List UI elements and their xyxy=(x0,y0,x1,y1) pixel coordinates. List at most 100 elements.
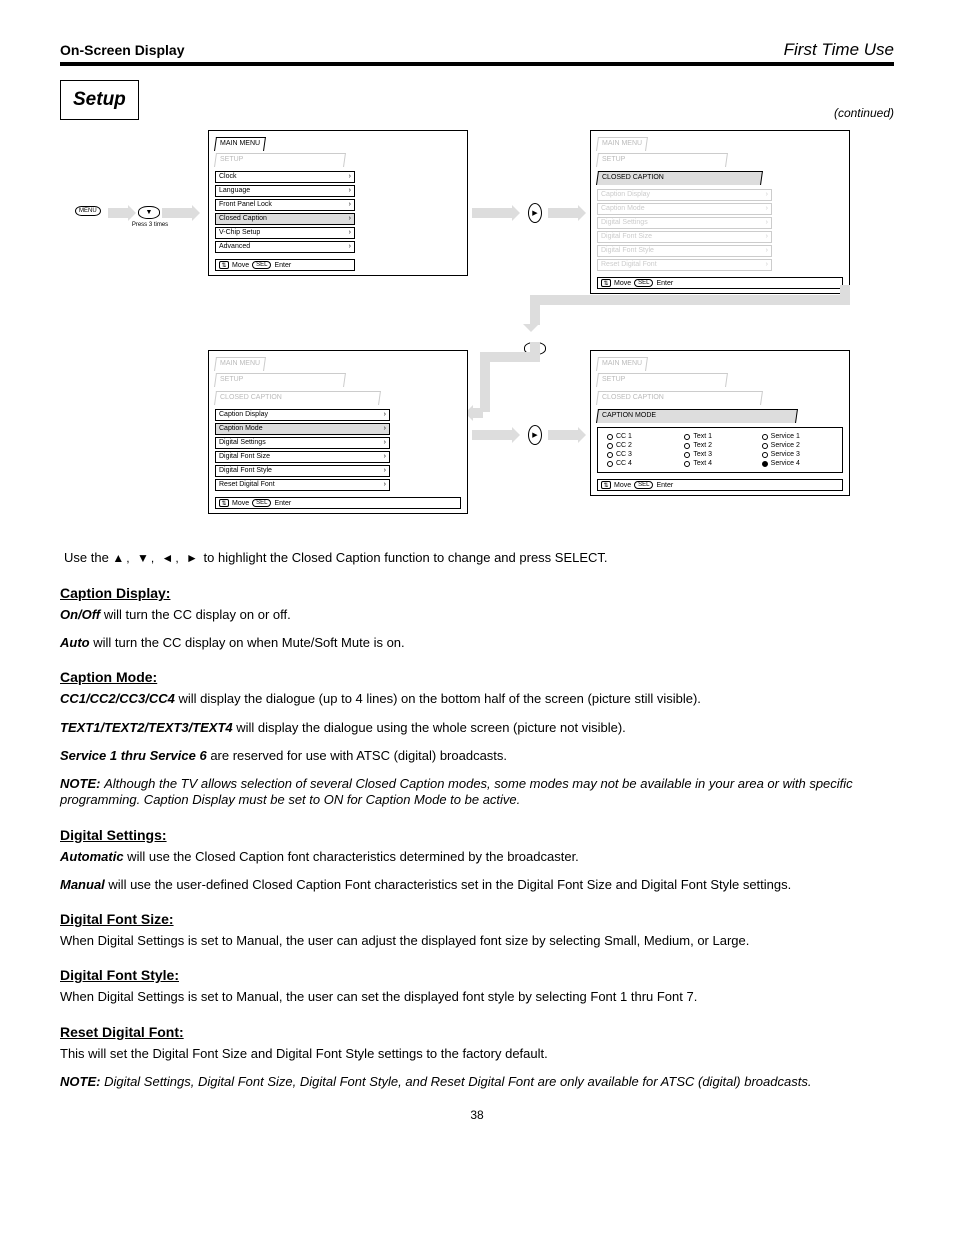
osd-panel-4: MAIN MENU SETUP CLOSED CAPTION CAPTION M… xyxy=(590,350,850,496)
radio-option[interactable]: Text 4 xyxy=(684,460,755,467)
subheading-reset-digital-font: Reset Digital Font: xyxy=(60,1024,894,1040)
chevron-right-icon: › xyxy=(349,214,351,224)
tab-main: MAIN MENU xyxy=(602,358,642,370)
menu-row[interactable]: Reset Digital Font› xyxy=(215,479,390,491)
osd-panel-2: MAIN MENU SETUP CLOSED CAPTION Caption D… xyxy=(590,130,850,294)
chevron-right-icon: › xyxy=(349,228,351,238)
continued-label: (continued) xyxy=(834,106,894,120)
chevron-right-icon: › xyxy=(766,246,768,256)
menu-row[interactable]: Caption Mode› xyxy=(597,203,772,215)
flow-path xyxy=(840,285,850,305)
paragraph: CC1/CC2/CC3/CC4 will display the dialogu… xyxy=(60,691,894,707)
section-box: Setup xyxy=(60,80,139,120)
subheading-digital-font-size: Digital Font Size: xyxy=(60,911,894,927)
menu-row[interactable]: Digital Font Size› xyxy=(597,231,772,243)
radio-option[interactable]: Service 2 xyxy=(762,442,833,449)
page-header: On-Screen Display First Time Use xyxy=(60,40,894,66)
arrow-keys-icon: ▲, ▼, ◄, ► xyxy=(112,551,200,565)
tab-captionmode: CAPTION MODE xyxy=(602,410,656,422)
header-left: On-Screen Display xyxy=(60,42,185,58)
radio-option[interactable]: Service 3 xyxy=(762,451,833,458)
radio-option[interactable]: Service 1 xyxy=(762,433,833,440)
menu-row[interactable]: Caption Display› xyxy=(215,409,390,421)
radio-option-selected[interactable]: Service 4 xyxy=(762,460,833,467)
chevron-right-icon: › xyxy=(766,190,768,200)
menu-row[interactable]: Digital Font Size› xyxy=(215,451,390,463)
flow-path xyxy=(530,295,540,325)
menu-row[interactable]: Language› xyxy=(215,185,355,197)
updown-icon: ⇅ xyxy=(601,481,611,489)
radio-option[interactable]: CC 4 xyxy=(607,460,678,467)
tab-main: MAIN MENU xyxy=(220,138,260,150)
footer-bar: ⇅ Move SEL Enter xyxy=(215,259,355,271)
chevron-right-icon: › xyxy=(349,242,351,252)
chevron-right-icon: › xyxy=(766,260,768,270)
footer-bar: ⇅ Move SEL Enter xyxy=(597,277,843,289)
sel-badge: SEL xyxy=(252,261,271,269)
menu-row[interactable]: Clock› xyxy=(215,171,355,183)
menu-row[interactable]: Front Panel Lock› xyxy=(215,199,355,211)
paragraph: Manual will use the user-defined Closed … xyxy=(60,877,894,893)
osd-panel-1: MAIN MENU SETUP Clock› Language› Front P… xyxy=(208,130,468,276)
tab-setup: SETUP xyxy=(602,374,625,386)
sel-badge: SEL xyxy=(634,481,653,489)
radio-option[interactable]: Text 1 xyxy=(684,433,755,440)
menu-row-highlighted[interactable]: Caption Mode› xyxy=(215,423,390,435)
menu-row[interactable]: Digital Settings› xyxy=(597,217,772,229)
sel-badge: SEL xyxy=(252,499,271,507)
updown-icon: ⇅ xyxy=(219,499,229,507)
paragraph: When Digital Settings is set to Manual, … xyxy=(60,989,894,1005)
instruction-line: Use the ▲, ▼, ◄, ► to highlight the Clos… xyxy=(64,550,890,567)
dpad-down-button[interactable]: ▼ xyxy=(138,206,160,219)
sel-badge: SEL xyxy=(634,279,653,287)
menu-row-highlighted[interactable]: Closed Caption› xyxy=(215,213,355,225)
chevron-right-icon: › xyxy=(384,410,386,420)
menu-row[interactable]: Digital Font Style› xyxy=(597,245,772,257)
note-paragraph: NOTE: Although the TV allows selection o… xyxy=(60,776,894,809)
tab-setup: SETUP xyxy=(220,374,243,386)
radio-option[interactable]: CC 2 xyxy=(607,442,678,449)
arrow-icon xyxy=(472,430,512,440)
press-hint: Press 3 times xyxy=(130,222,170,228)
menu-row[interactable]: Digital Font Style› xyxy=(215,465,390,477)
menu-button[interactable]: MENU xyxy=(75,206,101,216)
flow-path xyxy=(540,295,850,305)
osd-panel-3: MAIN MENU SETUP CLOSED CAPTION Caption D… xyxy=(208,350,468,514)
arrow-icon xyxy=(162,208,192,218)
chevron-right-icon: › xyxy=(349,186,351,196)
chevron-right-icon: › xyxy=(384,480,386,490)
arrow-icon xyxy=(548,208,578,218)
arrow-left-icon xyxy=(473,408,483,418)
tab-closedcaption: CLOSED CAPTION xyxy=(602,392,664,404)
radio-option[interactable]: Text 3 xyxy=(684,451,755,458)
paragraph: TEXT1/TEXT2/TEXT3/TEXT4 will display the… xyxy=(60,720,894,736)
chevron-right-icon: › xyxy=(349,172,351,182)
updown-icon: ⇅ xyxy=(601,279,611,287)
radio-option[interactable]: CC 1 xyxy=(607,433,678,440)
radio-grid: CC 1 Text 1 Service 1 CC 2 Text 2 Servic… xyxy=(601,431,839,469)
chevron-right-icon: › xyxy=(384,424,386,434)
menu-row[interactable]: Caption Display› xyxy=(597,189,772,201)
subheading-digital-settings: Digital Settings: xyxy=(60,827,894,843)
dpad-right-button[interactable]: ▶ xyxy=(528,203,542,223)
paragraph: When Digital Settings is set to Manual, … xyxy=(60,933,894,949)
menu-row[interactable]: Digital Settings› xyxy=(215,437,390,449)
chevron-right-icon: › xyxy=(384,438,386,448)
arrow-icon xyxy=(108,208,128,218)
menu-row[interactable]: Reset Digital Font› xyxy=(597,259,772,271)
menu-row[interactable]: Advanced› xyxy=(215,241,355,253)
dpad-right-button[interactable]: ▶ xyxy=(528,425,542,445)
radio-option[interactable]: CC 3 xyxy=(607,451,678,458)
menu-row[interactable]: V-Chip Setup› xyxy=(215,227,355,239)
paragraph: This will set the Digital Font Size and … xyxy=(60,1046,894,1062)
paragraph: Auto will turn the CC display on when Mu… xyxy=(60,635,894,651)
chevron-right-icon: › xyxy=(384,466,386,476)
chevron-right-icon: › xyxy=(349,200,351,210)
tab-main: MAIN MENU xyxy=(602,138,642,150)
paragraph: Automatic will use the Closed Caption fo… xyxy=(60,849,894,865)
paragraph: On/Off will turn the CC display on or of… xyxy=(60,607,894,623)
subheading-digital-font-style: Digital Font Style: xyxy=(60,967,894,983)
footer-bar: ⇅ Move SEL Enter xyxy=(597,479,843,491)
radio-option[interactable]: Text 2 xyxy=(684,442,755,449)
tab-closedcaption: CLOSED CAPTION xyxy=(220,392,282,404)
